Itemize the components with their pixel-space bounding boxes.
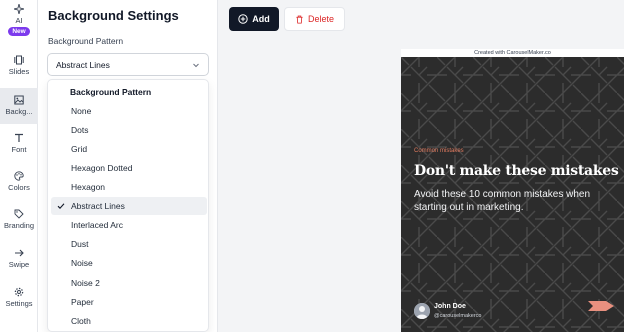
sparkle-icon	[14, 4, 24, 14]
dropdown-option-hexagon-dotted[interactable]: Hexagon Dotted	[51, 159, 207, 177]
dropdown-option-hexagon[interactable]: Hexagon	[51, 178, 207, 196]
delete-button[interactable]: Delete	[284, 7, 345, 31]
background-pattern-label: Background Pattern	[48, 36, 124, 46]
sidebar-item-label: Slides	[8, 67, 30, 76]
slides-icon	[14, 55, 24, 65]
sidebar-item-swipe[interactable]: Swipe	[0, 248, 38, 272]
avatar	[414, 303, 430, 319]
background-pattern-select[interactable]: Abstract Lines	[47, 53, 209, 76]
arrow-right-icon	[15, 249, 24, 257]
sidebar-item-slides[interactable]: Slides	[0, 55, 38, 79]
carousel-slide-preview[interactable]: Common mistakes Don't make these mistake…	[401, 57, 624, 332]
checkmark-icon	[57, 203, 65, 209]
sidebar-item-label: Swipe	[8, 260, 30, 269]
author-name: John Doe	[434, 303, 466, 310]
chevron-down-icon	[193, 63, 199, 67]
sidebar-item-font[interactable]: Font	[0, 133, 38, 157]
dropdown-option-none[interactable]: None	[51, 102, 207, 120]
sidebar-item-label: AI	[15, 16, 23, 25]
plus-circle-icon	[238, 14, 248, 24]
credit-text: Created with CarouselMaker.co	[401, 49, 624, 57]
background-pattern-dropdown: Background Pattern None Dots Grid Hexago…	[47, 79, 209, 332]
palette-icon	[14, 171, 24, 181]
gear-icon	[14, 287, 24, 297]
sidebar-item-label: Font	[11, 145, 27, 154]
add-button[interactable]: Add	[229, 7, 279, 31]
select-value: Abstract Lines	[56, 59, 110, 70]
dropdown-option-paper[interactable]: Paper	[51, 293, 207, 311]
dropdown-option-cloth[interactable]: Cloth	[51, 312, 207, 330]
sidebar-rail: AI New Slides Backg... Font Colors Brand…	[0, 0, 38, 332]
image-icon	[14, 95, 24, 105]
slide-title: Don't make these mistakes	[414, 163, 619, 179]
dropdown-option-dots[interactable]: Dots	[51, 121, 207, 139]
dropdown-option-grid[interactable]: Grid	[51, 140, 207, 158]
sidebar-item-label: Colors	[8, 183, 30, 192]
dropdown-option-noise-2[interactable]: Noise 2	[51, 274, 207, 292]
sidebar-item-label: Branding	[3, 221, 35, 230]
tag-icon	[14, 209, 24, 219]
dropdown-option-abstract-lines[interactable]: Abstract Lines	[51, 197, 207, 215]
delete-button-label: Delete	[307, 14, 334, 24]
slide-subtitle: Avoid these 10 common mistakes when star…	[414, 189, 591, 213]
dropdown-option-noise[interactable]: Noise	[51, 254, 207, 272]
sidebar-item-ai[interactable]: AI New	[0, 4, 38, 40]
background-settings-panel: Background Settings Background Pattern A…	[38, 0, 218, 332]
sidebar-item-background[interactable]: Backg...	[0, 88, 38, 124]
text-icon	[15, 133, 23, 142]
sidebar-item-colors[interactable]: Colors	[0, 171, 38, 195]
dropdown-option-interlaced-arc[interactable]: Interlaced Arc	[51, 216, 207, 234]
sidebar-item-label: Backg...	[5, 107, 33, 116]
dropdown-option-dust[interactable]: Dust	[51, 235, 207, 253]
author-handle: @carouselmakerco	[434, 313, 482, 319]
dropdown-header: Background Pattern	[70, 87, 152, 97]
next-arrow-icon	[588, 301, 614, 311]
sidebar-item-settings[interactable]: Settings	[0, 287, 38, 311]
sidebar-item-branding[interactable]: Branding	[0, 209, 38, 233]
panel-title: Background Settings	[48, 8, 179, 23]
new-badge: New	[8, 27, 30, 36]
sidebar-item-label: Settings	[5, 299, 33, 308]
add-button-label: Add	[252, 14, 270, 24]
slide-kicker: Common mistakes	[414, 148, 464, 154]
trash-icon	[296, 15, 303, 24]
